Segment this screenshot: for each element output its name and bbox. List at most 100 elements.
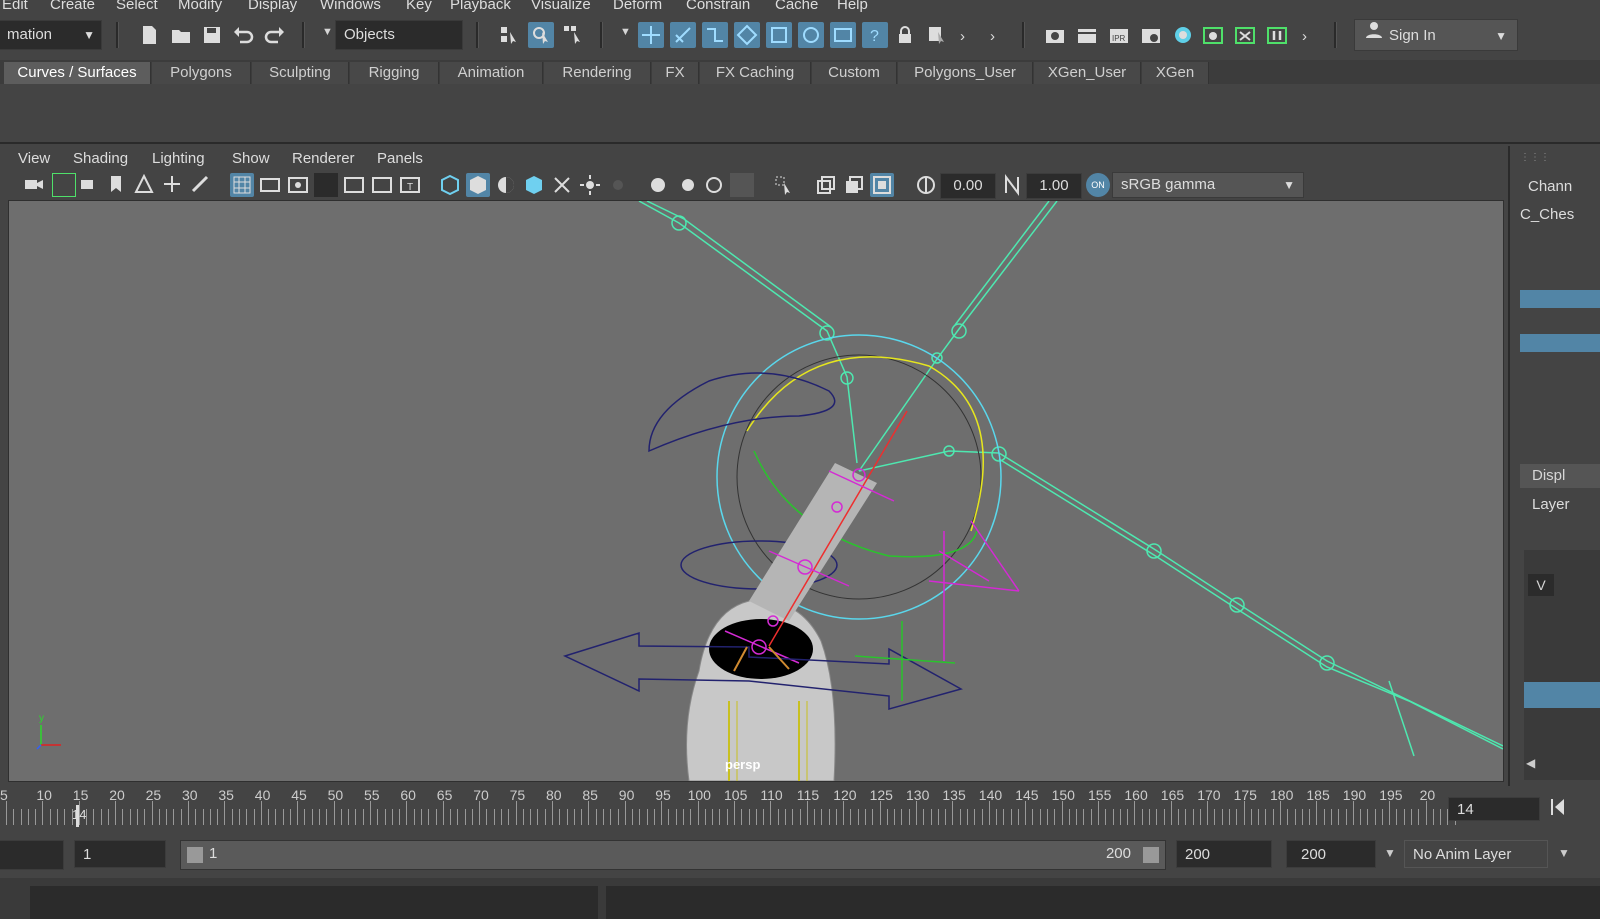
expand-arrow-icon[interactable]: › <box>990 28 995 45</box>
command-input[interactable] <box>30 886 598 919</box>
camera-icon[interactable] <box>24 174 44 194</box>
panel-menu-show[interactable]: Show <box>232 150 270 167</box>
layer-list[interactable]: V ◀ <box>1524 550 1600 780</box>
camera-attributes-icon[interactable] <box>80 174 100 194</box>
range-start-handle[interactable] <box>187 847 203 863</box>
shelf-tab-sculpting[interactable]: Sculpting <box>252 62 349 84</box>
light-editor-icon[interactable] <box>1232 22 1258 48</box>
snap-view-plane-icon[interactable] <box>766 22 792 48</box>
menu-visualize[interactable]: Visualize <box>531 0 591 13</box>
menu-constrain[interactable]: Constrain <box>686 0 750 13</box>
render-frame-icon[interactable] <box>1074 22 1100 48</box>
depth-of-field-icon[interactable] <box>730 173 754 197</box>
panel-menu-renderer[interactable]: Renderer <box>292 150 355 167</box>
snap-curve-icon[interactable] <box>670 22 696 48</box>
film-gate-icon[interactable] <box>258 173 282 197</box>
menu-select[interactable]: Select <box>116 0 158 13</box>
safe-title-icon[interactable]: T <box>398 173 422 197</box>
panel-menu-lighting[interactable]: Lighting <box>152 150 205 167</box>
isolate-select-icon[interactable] <box>772 173 796 197</box>
color-space-dropdown[interactable]: sRGB gamma ▼ <box>1112 172 1304 198</box>
new-scene-icon[interactable] <box>136 22 162 48</box>
channel-bar[interactable] <box>1520 290 1600 308</box>
chevron-down-icon[interactable]: ▼ <box>1384 846 1396 860</box>
panel-menu-shading[interactable]: Shading <box>73 150 128 167</box>
panel-menu-view[interactable]: View <box>18 150 50 167</box>
shadows-icon[interactable] <box>606 173 630 197</box>
default-material-icon[interactable] <box>494 173 518 197</box>
lock-camera-icon[interactable] <box>52 173 76 197</box>
shelf-tab-curves-surfaces[interactable]: Curves / Surfaces <box>4 62 151 84</box>
render-view-icon[interactable] <box>1042 22 1068 48</box>
expand-arrow-icon[interactable]: › <box>960 28 965 45</box>
anim-layer-dropdown[interactable]: No Anim Layer <box>1404 840 1548 868</box>
green-locator[interactable] <box>854 621 956 701</box>
snap-point-icon[interactable] <box>702 22 728 48</box>
menu-cache[interactable]: Cache <box>775 0 818 13</box>
pause-render-icon[interactable] <box>1264 22 1290 48</box>
menu-edit[interactable]: Edit <box>2 0 28 13</box>
hypershade-icon[interactable] <box>1170 22 1196 48</box>
textured-icon[interactable] <box>550 173 574 197</box>
layers-menu[interactable]: Layer <box>1532 496 1570 513</box>
chevron-down-icon[interactable]: ▼ <box>322 26 333 38</box>
ipr-render-icon[interactable]: IPR <box>1106 22 1132 48</box>
make-live-icon[interactable] <box>798 22 824 48</box>
selection-mode-dropdown[interactable]: Objects <box>335 20 463 50</box>
gamma-icon[interactable] <box>1000 173 1024 197</box>
wireframe-icon[interactable] <box>438 173 462 197</box>
shelf-tab-fx[interactable]: FX <box>652 62 699 84</box>
render-setup-icon[interactable] <box>1200 22 1226 48</box>
select-hierarchy-icon[interactable] <box>496 22 522 48</box>
menuset-dropdown[interactable]: mation ▼ <box>0 20 102 50</box>
snap-grid-icon[interactable] <box>638 22 664 48</box>
shelf-tab-polygons-user[interactable]: Polygons_User <box>898 62 1033 84</box>
2d-pan-zoom-icon[interactable] <box>162 174 182 194</box>
animation-end-field[interactable]: 200 <box>1286 840 1376 868</box>
bookmark-icon[interactable] <box>108 174 124 194</box>
shelf-tab-animation[interactable]: Animation <box>440 62 543 84</box>
lock-icon[interactable] <box>892 22 918 48</box>
menu-playback[interactable]: Playback <box>450 0 511 13</box>
safe-action-icon[interactable] <box>370 173 394 197</box>
time-slider[interactable]: 5 10 15 20 25 30 35 40 45 50 55 60 65 70 75 80 85 90 95 100… <box>0 785 1456 829</box>
spine-bone[interactable] <box>749 463 877 621</box>
gate-mask-icon[interactable] <box>314 173 338 197</box>
chevron-down-icon[interactable]: ▼ <box>1558 846 1570 860</box>
menu-help[interactable]: Help <box>837 0 868 13</box>
playback-end-field[interactable]: 200 <box>1176 840 1272 868</box>
shelf-tab-xgen-user[interactable]: XGen_User <box>1034 62 1141 84</box>
xray-joints-icon[interactable] <box>870 173 894 197</box>
shelf-tab-rigging[interactable]: Rigging <box>350 62 439 84</box>
ambient-occlusion-icon[interactable] <box>646 173 670 197</box>
chevron-down-icon[interactable]: ▼ <box>620 26 631 38</box>
symmetry-icon[interactable] <box>830 22 856 48</box>
grid-icon[interactable] <box>230 173 254 197</box>
navy-control-curve[interactable] <box>648 372 836 453</box>
menu-deform[interactable]: Deform <box>613 0 662 13</box>
display-tab[interactable]: Displ <box>1520 464 1600 488</box>
redo-icon[interactable] <box>262 22 288 48</box>
anti-aliasing-icon[interactable] <box>702 173 726 197</box>
range-end-handle[interactable] <box>1143 847 1159 863</box>
viewport-persp[interactable]: y persp <box>8 200 1504 782</box>
wireframe-on-shaded-icon[interactable] <box>522 173 546 197</box>
save-scene-icon[interactable] <box>199 22 225 48</box>
selected-layer-row[interactable] <box>1524 682 1600 708</box>
shelf-tab-custom[interactable]: Custom <box>812 62 897 84</box>
sign-in-button[interactable]: Sign In ▼ <box>1354 19 1518 51</box>
channel-bar[interactable] <box>1520 334 1600 352</box>
go-to-start-icon[interactable] <box>1548 794 1568 820</box>
shelf-tab-fx-caching[interactable]: FX Caching <box>700 62 811 84</box>
render-settings-icon[interactable] <box>1138 22 1164 48</box>
exposure-icon[interactable] <box>914 173 938 197</box>
xray-icon[interactable] <box>814 173 838 197</box>
joint-chain-right-arm[interactable] <box>858 201 1058 472</box>
grip-handle-icon[interactable]: ⋮⋮⋮ <box>1520 152 1550 163</box>
shelf-tab-rendering[interactable]: Rendering <box>544 62 651 84</box>
snap-projected-center-icon[interactable] <box>734 22 760 48</box>
motion-blur-icon[interactable] <box>674 173 698 197</box>
exposure-field[interactable]: 0.00 <box>940 173 996 199</box>
menu-windows[interactable]: Windows <box>320 0 381 13</box>
channels-menu[interactable]: Chann <box>1528 178 1572 195</box>
